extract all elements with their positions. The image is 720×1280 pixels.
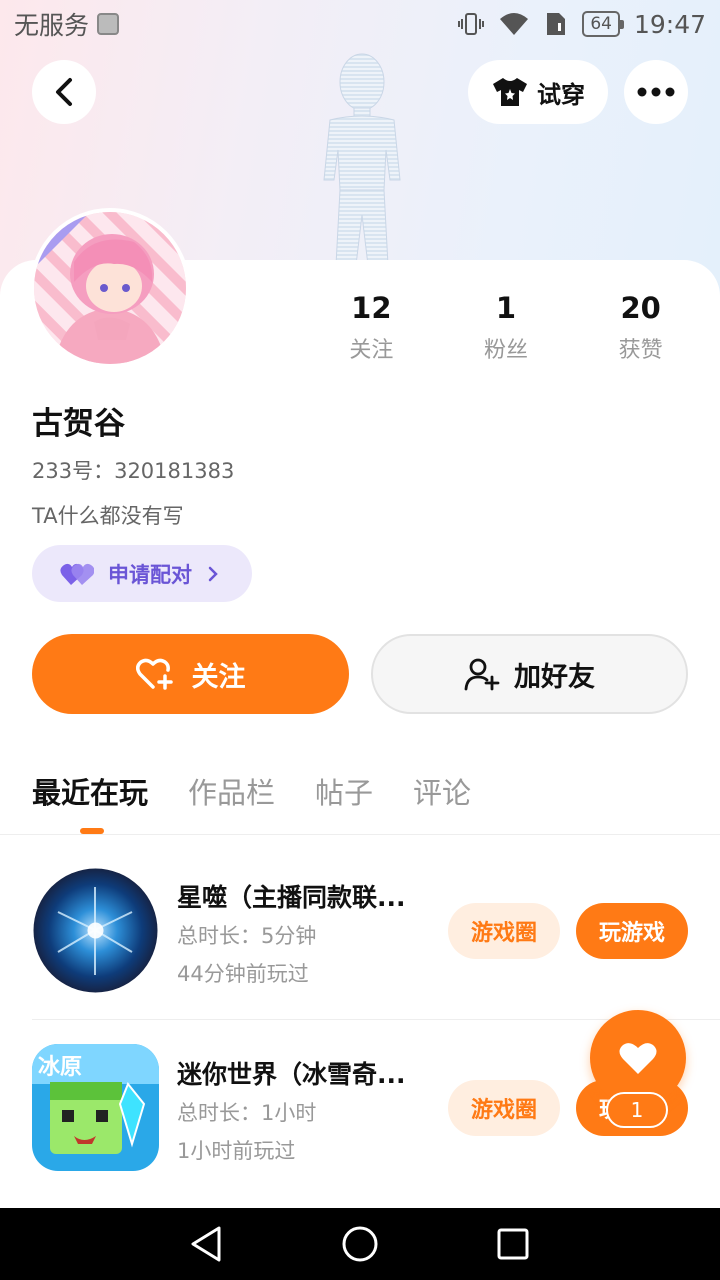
system-navigation-bar [0,1208,720,1280]
sim-icon [547,13,566,35]
like-count-badge: 1 [606,1092,668,1128]
try-on-button[interactable]: 试穿 [468,60,608,124]
stat-value: 12 [351,291,392,325]
more-dots-icon [637,87,675,97]
tshirt-icon [493,78,527,106]
play-game-button[interactable]: 玩游戏 [576,903,688,959]
follow-label: 关注 [191,661,246,693]
username: 古贺谷 [32,406,125,442]
recents-square-icon[interactable] [493,1224,533,1264]
home-circle-icon[interactable] [340,1224,380,1264]
vibrate-icon [458,13,485,35]
stat-value: 20 [620,291,661,325]
stat-label: 关注 [349,338,394,363]
stat-label: 粉丝 [484,338,529,363]
dress-up-avatar-figure[interactable] [300,50,425,265]
apply-match-button[interactable]: 申请配对 [32,545,252,602]
try-on-label: 试穿 [537,80,585,109]
image-notification-icon [97,13,120,35]
game-last-played: 44分钟前玩过 [177,962,309,986]
user-bio: TA什么都没有写 [32,504,184,528]
heart-plus-icon [135,658,173,690]
game-icon-text: 冰原 [38,1055,82,1080]
clock-text: 19:47 [633,9,706,39]
game-duration: 总时长：5分钟 [177,924,317,948]
chevron-right-icon [208,566,218,581]
tab-posts[interactable]: 帖子 [315,770,373,812]
chevron-left-icon [56,78,72,106]
game-last-played: 1小时前玩过 [177,1139,296,1163]
user-id: 233号：320181383 [32,459,235,483]
follow-button[interactable]: 关注 [32,634,349,714]
game-circle-button[interactable]: 游戏圈 [448,903,560,959]
add-user-icon [464,658,500,691]
back-button[interactable] [32,60,96,124]
status-bar: 无服务 64 19:47 [0,0,720,48]
stat-following[interactable]: 12 关注 [304,290,439,364]
stat-likes[interactable]: 20 获赞 [573,290,708,364]
more-options-button[interactable] [624,60,688,124]
back-triangle-icon[interactable] [187,1224,227,1264]
game-icon[interactable]: 冰原 [32,1044,159,1171]
tab-works[interactable]: 作品栏 [188,770,275,812]
game-circle-button[interactable]: 游戏圈 [448,1080,560,1136]
profile-stats: 12 关注 1 粉丝 20 获赞 [304,290,708,364]
heart-icon [619,1043,657,1074]
battery-indicator: 64 [582,11,624,37]
profile-tabs: 最近在玩 作品栏 帖子 评论 [32,770,471,812]
carrier-text: 无服务 [14,11,90,40]
game-icon[interactable] [32,867,159,994]
wifi-icon [500,13,529,35]
apply-match-label: 申请配对 [108,562,192,587]
add-friend-label: 加好友 [514,661,595,693]
stat-value: 1 [495,291,517,325]
tab-comments[interactable]: 评论 [413,770,471,812]
avatar-image [34,212,186,364]
game-duration: 总时长：1小时 [177,1101,317,1125]
game-title: 迷你世界（冰雪奇... [177,1060,406,1089]
game-title: 星噬（主播同款联... [177,883,406,912]
tab-recently-played[interactable]: 最近在玩 [32,770,148,812]
tabs-divider [0,834,720,835]
avatar[interactable] [30,208,190,368]
stat-fans[interactable]: 1 粉丝 [439,290,574,364]
double-heart-icon [60,563,94,585]
add-friend-button[interactable]: 加好友 [371,634,688,714]
stat-label: 获赞 [618,338,663,363]
